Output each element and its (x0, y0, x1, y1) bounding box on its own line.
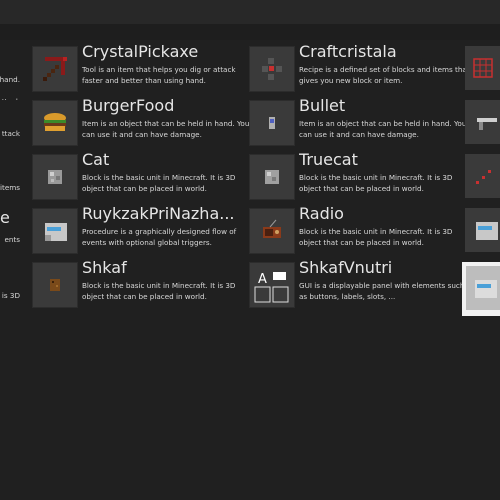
element-title: Cat (82, 150, 110, 169)
partial-desc: ents (4, 235, 20, 244)
top-strip (0, 24, 500, 40)
element-title: ShkafVnutri (299, 258, 393, 277)
svg-text:A: A (258, 272, 267, 287)
element-description: Block is the basic unit in Minecraft. It… (82, 281, 236, 301)
element-description: GUI is a displayable panel with elements… (299, 281, 465, 301)
procedure-icon (466, 266, 500, 310)
element-description: Recipe is a defined set of blocks and it… (299, 65, 470, 85)
procedure-icon[interactable] (465, 208, 500, 252)
element-description: Block is the basic unit in Minecraft. It… (299, 227, 453, 247)
element-title: Shkaf (82, 258, 127, 277)
element-card[interactable]: A ShkafVnutri GUI is a displayable panel… (249, 258, 465, 310)
element-card[interactable]: Cat Block is the basic unit in Minecraft… (32, 150, 248, 202)
element-title: CrystalPickaxe (82, 42, 199, 61)
partial-card[interactable]: items (0, 164, 22, 208)
radio-icon (249, 208, 295, 254)
block-brown-icon (32, 262, 78, 308)
gun-icon[interactable] (465, 100, 500, 144)
element-title: RuykzakPriNazha... (82, 204, 235, 223)
top-toolbar (0, 0, 500, 24)
recipe-icon (249, 46, 295, 92)
element-title: Craftcristala (299, 42, 397, 61)
element-card[interactable]: Truecat Block is the basic unit in Minec… (249, 150, 465, 202)
partial-title: e (0, 208, 10, 227)
element-card[interactable]: BurgerFood Item is an object that can be… (32, 96, 249, 148)
pickaxe-icon (32, 46, 78, 92)
element-card[interactable]: RuykzakPriNazha... Procedure is a graphi… (32, 204, 248, 256)
burger-icon (32, 100, 78, 146)
gui-icon: A (249, 262, 295, 308)
partial-card[interactable]: e ents (0, 204, 22, 248)
element-card[interactable]: Bullet Item is an object that can be hel… (249, 96, 466, 148)
element-card[interactable]: Radio Block is the basic unit in Minecra… (249, 204, 465, 256)
partial-card[interactable]: hand.ttack (0, 56, 22, 100)
element-title: Bullet (299, 96, 346, 115)
partial-desc: is 3D (1, 291, 20, 300)
element-title: BurgerFood (82, 96, 175, 115)
procedure-icon (32, 208, 78, 254)
partial-desc: ttack (1, 129, 20, 138)
partial-card[interactable]: ttack (0, 110, 22, 154)
block-icon (32, 154, 78, 200)
recipe-icon[interactable] (465, 46, 500, 90)
element-title: Truecat (299, 150, 358, 169)
bullet-icon (249, 100, 295, 146)
workspace-element-grid: hand.ttack ttack items e ents is 3D Crys… (0, 40, 500, 500)
element-card[interactable]: Shkaf Block is the basic unit in Minecra… (32, 258, 248, 310)
element-description: Item is an object that can be held in ha… (299, 119, 467, 139)
partial-desc: hand.ttack (0, 75, 20, 100)
element-title: Radio (299, 204, 344, 223)
element-description: Block is the basic unit in Minecraft. It… (82, 173, 236, 193)
element-description: Block is the basic unit in Minecraft. It… (299, 173, 453, 193)
element-card[interactable]: Craftcristala Recipe is a defined set of… (249, 42, 470, 94)
element-description: Procedure is a graphically designed flow… (82, 227, 237, 247)
partial-desc: items (0, 183, 20, 192)
element-description: Item is an object that can be held in ha… (82, 119, 250, 139)
element-description: Tool is an item that helps you dig or at… (82, 65, 236, 85)
dots-icon[interactable] (465, 154, 500, 198)
block-icon (249, 154, 295, 200)
element-card[interactable]: CrystalPickaxe Tool is an item that help… (32, 42, 248, 94)
partial-card[interactable]: is 3D (0, 272, 22, 316)
